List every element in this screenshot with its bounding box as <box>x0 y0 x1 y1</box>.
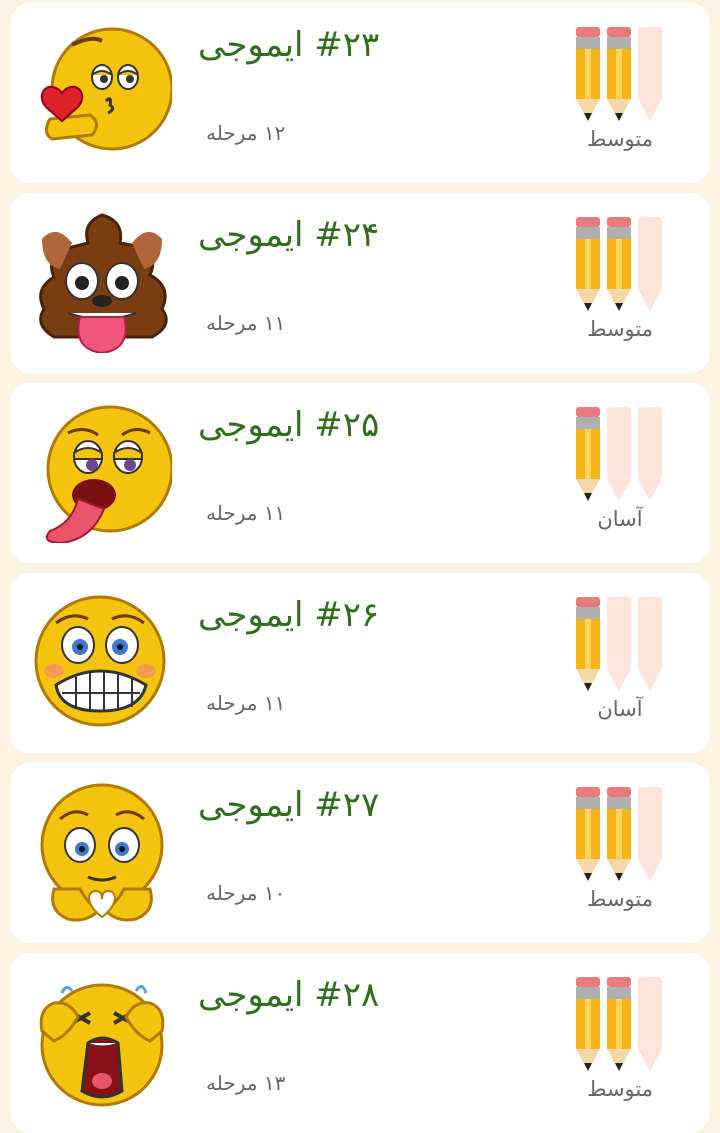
difficulty-pencils <box>576 407 664 503</box>
poop-dog-emoji-icon <box>32 213 172 355</box>
difficulty-label: متوسط <box>587 317 653 341</box>
pencil-empty-icon <box>638 217 662 311</box>
pencil-icon <box>576 407 600 501</box>
level-card[interactable]: #۲۳ ایموجی ۱۲ مرحله متوسط <box>10 3 710 183</box>
pencil-icon <box>576 977 600 1071</box>
grimace-emoji-icon <box>32 593 172 733</box>
pencil-icon <box>576 787 600 881</box>
pencil-icon <box>607 787 631 881</box>
pencil-empty-icon <box>638 597 662 691</box>
pencil-empty-icon <box>638 407 662 501</box>
emoji-level-list: #۲۳ ایموجی ۱۲ مرحله متوسط #۲۴ ایموجی ۱۱ … <box>0 0 720 1133</box>
pencil-icon <box>576 597 600 691</box>
level-title: #۲۸ ایموجی <box>198 975 380 1015</box>
level-count: ۱۲ مرحله <box>206 121 286 145</box>
difficulty-label: متوسط <box>587 887 653 911</box>
level-card[interactable]: #۲۵ ایموجی ۱۱ مرحله آسان <box>10 383 710 563</box>
difficulty-label: متوسط <box>587 1077 653 1101</box>
difficulty-label: آسان <box>597 697 643 721</box>
difficulty-label: آسان <box>597 507 643 531</box>
exhausted-tongue-emoji-icon <box>32 403 174 545</box>
level-card[interactable]: #۲۴ ایموجی ۱۱ مرحله متوسط <box>10 193 710 373</box>
pencil-icon <box>607 217 631 311</box>
pencil-empty-icon <box>638 27 662 121</box>
pencil-icon <box>607 977 631 1071</box>
difficulty-pencils <box>576 217 664 313</box>
pencil-icon <box>576 27 600 121</box>
level-card[interactable]: #۲۸ ایموجی ۱۳ مرحله متوسط <box>10 953 710 1133</box>
level-title: #۲۵ ایموجی <box>198 405 380 445</box>
level-count: ۱۳ مرحله <box>206 1071 286 1095</box>
crying-emoji-icon <box>32 973 172 1113</box>
level-title: #۲۶ ایموجی <box>198 595 380 635</box>
difficulty-pencils <box>576 597 664 693</box>
difficulty-pencils <box>576 977 664 1073</box>
difficulty-pencils <box>576 27 664 123</box>
level-count: ۱۱ مرحله <box>206 311 286 335</box>
level-count: ۱۱ مرحله <box>206 691 286 715</box>
level-count: ۱۰ مرحله <box>206 881 286 905</box>
difficulty-pencils <box>576 787 664 883</box>
pencil-empty-icon <box>607 597 631 691</box>
level-card[interactable]: #۲۷ ایموجی ۱۰ مرحله متوسط <box>10 763 710 943</box>
heart-hands-emoji-icon <box>32 783 172 923</box>
pencil-icon <box>607 27 631 121</box>
pencil-empty-icon <box>607 407 631 501</box>
pencil-empty-icon <box>638 977 662 1071</box>
level-title: #۲۴ ایموجی <box>198 215 380 255</box>
level-count: ۱۱ مرحله <box>206 501 286 525</box>
level-title: #۲۷ ایموجی <box>198 785 380 825</box>
pencil-empty-icon <box>638 787 662 881</box>
pencil-icon <box>576 217 600 311</box>
kiss-emoji-icon <box>32 23 174 163</box>
level-card[interactable]: #۲۶ ایموجی ۱۱ مرحله آسان <box>10 573 710 753</box>
level-title: #۲۳ ایموجی <box>198 25 380 65</box>
difficulty-label: متوسط <box>587 127 653 151</box>
